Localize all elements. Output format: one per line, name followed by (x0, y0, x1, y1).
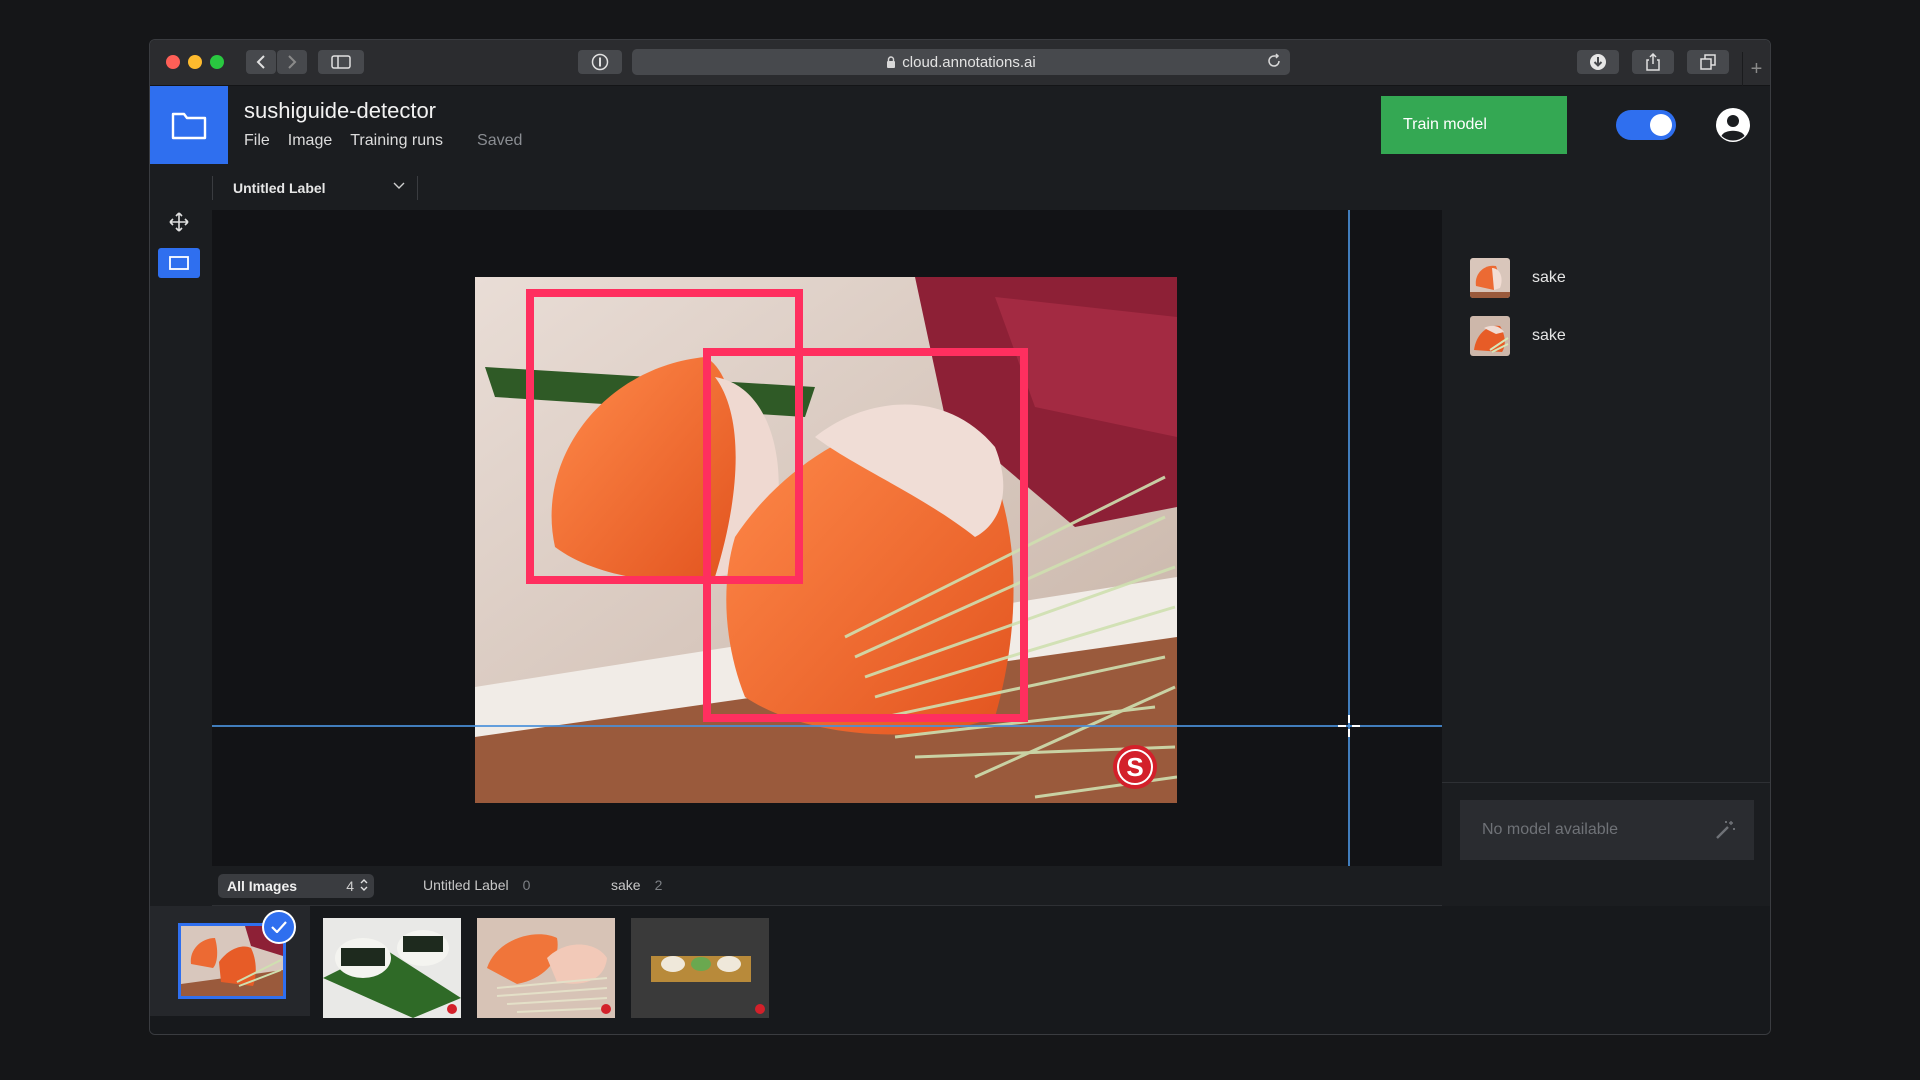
label-dropdown[interactable]: Untitled Label (212, 176, 418, 200)
app-header: sushiguide-detector File Image Training … (150, 86, 1770, 164)
image-thumbnail[interactable] (477, 918, 615, 1018)
minimize-window-button[interactable] (188, 55, 202, 69)
save-status: Saved (477, 132, 523, 149)
sushiguide-logo: S (1126, 752, 1143, 782)
sushiguide-mini-logo (601, 1004, 611, 1014)
password-button[interactable] (578, 50, 622, 74)
annotation-thumbnail (1470, 316, 1510, 356)
filter-count: 4 (346, 878, 354, 894)
tool-strip (150, 164, 212, 906)
label-dropdown-value: Untitled Label (233, 180, 326, 196)
box-tool[interactable] (158, 248, 200, 278)
filter-tag-untitled-label[interactable]: Untitled Label 0 (423, 877, 530, 893)
move-tool[interactable] (158, 207, 200, 237)
project-title: sushiguide-detector (244, 98, 437, 123)
folder-icon (171, 112, 207, 140)
menu-training-runs[interactable]: Training runs (350, 132, 443, 150)
browser-toolbar: cloud.annotations.ai + (150, 40, 1770, 86)
sushiguide-mini-logo (447, 1004, 457, 1014)
projects-button[interactable] (150, 86, 228, 164)
annotation-thumbnail (1470, 258, 1510, 298)
share-button[interactable] (1632, 50, 1674, 74)
annotation-label: sake (1532, 327, 1566, 344)
image-thumbnail-strip (150, 906, 1770, 1034)
url-text: cloud.annotations.ai (902, 53, 1036, 71)
onepassword-icon (591, 53, 609, 71)
updown-chevron-icon (360, 879, 368, 891)
image-thumbnail[interactable] (631, 918, 769, 1018)
plus-icon: + (1750, 57, 1763, 80)
close-window-button[interactable] (166, 55, 180, 69)
tabs-icon (1700, 54, 1716, 70)
filter-tag-sake[interactable]: sake 2 (611, 877, 662, 893)
tabs-overview-button[interactable] (1687, 50, 1729, 74)
filter-tag-count: 0 (522, 877, 531, 893)
browser-window: cloud.annotations.ai + sushiguide-detect… (149, 39, 1771, 1035)
back-button[interactable] (246, 50, 276, 74)
theme-toggle[interactable] (1616, 110, 1676, 140)
downloads-button[interactable] (1577, 50, 1619, 74)
crosshair-guide-vertical (1348, 210, 1350, 866)
bounding-box-sake-2[interactable] (703, 348, 1028, 722)
filter-tag-name: sake (611, 877, 641, 893)
annotation-label: sake (1532, 269, 1566, 286)
train-model-button[interactable]: Train model (1381, 96, 1567, 154)
annotations-panel: sake sake No model available (1442, 164, 1770, 906)
reload-icon[interactable] (1266, 53, 1282, 69)
selected-check-icon (262, 910, 296, 944)
sidebar-toggle-button[interactable] (318, 50, 364, 74)
zoom-window-button[interactable] (210, 55, 224, 69)
image-thumbnail[interactable] (323, 918, 461, 1018)
forward-button[interactable] (277, 50, 307, 74)
sushiguide-mini-logo (755, 1004, 765, 1014)
annotation-canvas[interactable]: S (212, 210, 1442, 866)
annotation-item[interactable]: sake (1470, 316, 1566, 356)
filter-value: All Images (227, 878, 298, 894)
model-placeholder: No model available (1482, 821, 1619, 838)
filter-tag-count: 2 (654, 877, 663, 893)
panel-divider (1442, 782, 1770, 783)
lock-icon (887, 56, 896, 68)
crosshair-cursor-icon (1338, 715, 1360, 737)
chevron-right-icon (288, 55, 297, 69)
account-icon[interactable] (1714, 106, 1752, 144)
address-bar[interactable]: cloud.annotations.ai (632, 49, 1290, 75)
annotation-item[interactable]: sake (1470, 258, 1566, 298)
new-tab-button[interactable]: + (1742, 52, 1770, 86)
move-icon (169, 212, 189, 232)
filter-tag-name: Untitled Label (423, 877, 509, 893)
menu-file[interactable]: File (244, 132, 270, 150)
rectangle-icon (169, 256, 189, 270)
share-icon (1646, 53, 1660, 71)
menu-image[interactable]: Image (288, 132, 332, 150)
download-icon (1590, 54, 1606, 70)
magic-wand-icon[interactable] (1714, 819, 1736, 841)
crosshair-guide-horizontal (212, 725, 1442, 727)
toggle-knob (1650, 114, 1672, 136)
image-filter-select[interactable]: All Images 4 (218, 874, 374, 898)
label-bar: Untitled Label (212, 164, 1442, 210)
image-filter-bar: All Images 4 Untitled Label 0 sake 2 (212, 866, 1442, 906)
app-menu: File Image Training runs Saved (244, 132, 522, 150)
chevron-down-icon (393, 182, 405, 189)
sidebar-icon (331, 55, 351, 69)
chevron-left-icon (256, 55, 265, 69)
model-selector[interactable]: No model available (1460, 800, 1754, 860)
